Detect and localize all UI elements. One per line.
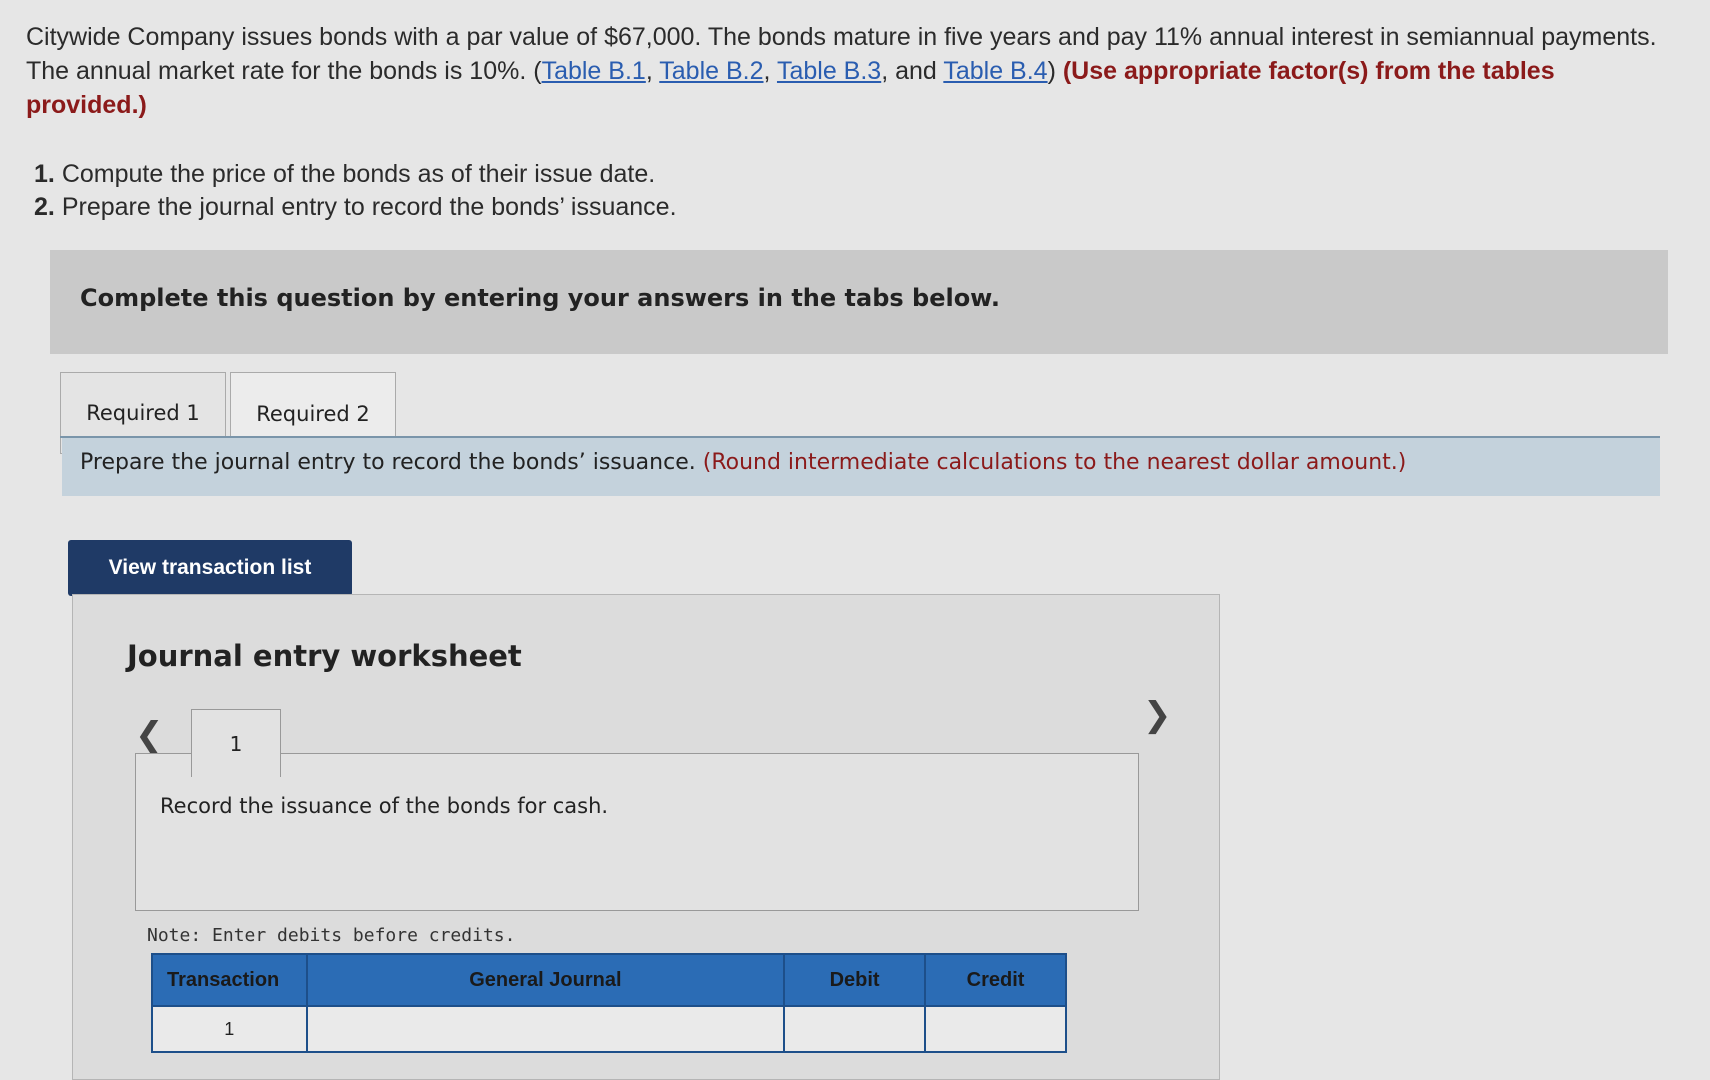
problem-statement: Citywide Company issues bonds with a par… — [26, 23, 1657, 119]
entry-tab-1[interactable]: 1 — [191, 709, 281, 777]
debits-note: Note: Enter debits before credits. — [147, 925, 516, 946]
rounding-note: (Round intermediate calculations to the … — [702, 450, 1407, 475]
worksheet-title: Journal entry worksheet — [127, 639, 522, 673]
debit-input[interactable] — [786, 1008, 924, 1050]
entry-description-box: Record the issuance of the bonds for cas… — [135, 753, 1139, 911]
transaction-number: 1 — [151, 1005, 308, 1053]
view-transaction-list-button[interactable]: View transaction list — [68, 540, 352, 596]
entry-description: Record the issuance of the bonds for cas… — [160, 794, 609, 818]
account-cell[interactable] — [305, 1005, 786, 1053]
credit-input[interactable] — [927, 1008, 1064, 1050]
chevron-left-icon[interactable]: ❮ — [135, 715, 164, 755]
column-header-credit: Credit — [924, 953, 1067, 1007]
banner-text: Complete this question by entering your … — [80, 284, 1000, 312]
link-table-b2[interactable]: Table B.2 — [659, 57, 763, 85]
column-header-general-journal: General Journal — [305, 953, 786, 1007]
requirement-item: 2. Prepare the journal entry to record t… — [34, 193, 677, 221]
link-table-b4[interactable]: Table B.4 — [943, 57, 1047, 85]
table-row: 1 — [151, 1005, 1067, 1053]
tab-instruction: Prepare the journal entry to record the … — [62, 438, 1660, 496]
chevron-right-icon[interactable]: ❯ — [1143, 695, 1172, 735]
journal-entry-worksheet: Journal entry worksheet ❮ ❯ Record the i… — [72, 594, 1220, 1080]
credit-cell[interactable] — [924, 1005, 1067, 1053]
link-table-b3[interactable]: Table B.3 — [777, 57, 881, 85]
account-select[interactable] — [308, 1008, 783, 1050]
requirements-list: 1. Compute the price of the bonds as of … — [34, 158, 677, 224]
requirement-item: 1. Compute the price of the bonds as of … — [34, 160, 656, 188]
link-table-b1[interactable]: Table B.1 — [542, 57, 646, 85]
column-header-transaction: Transaction — [151, 953, 308, 1007]
debit-cell[interactable] — [783, 1005, 927, 1053]
column-header-debit: Debit — [783, 953, 927, 1007]
journal-table: Transaction General Journal Debit Credit… — [151, 953, 1067, 1053]
